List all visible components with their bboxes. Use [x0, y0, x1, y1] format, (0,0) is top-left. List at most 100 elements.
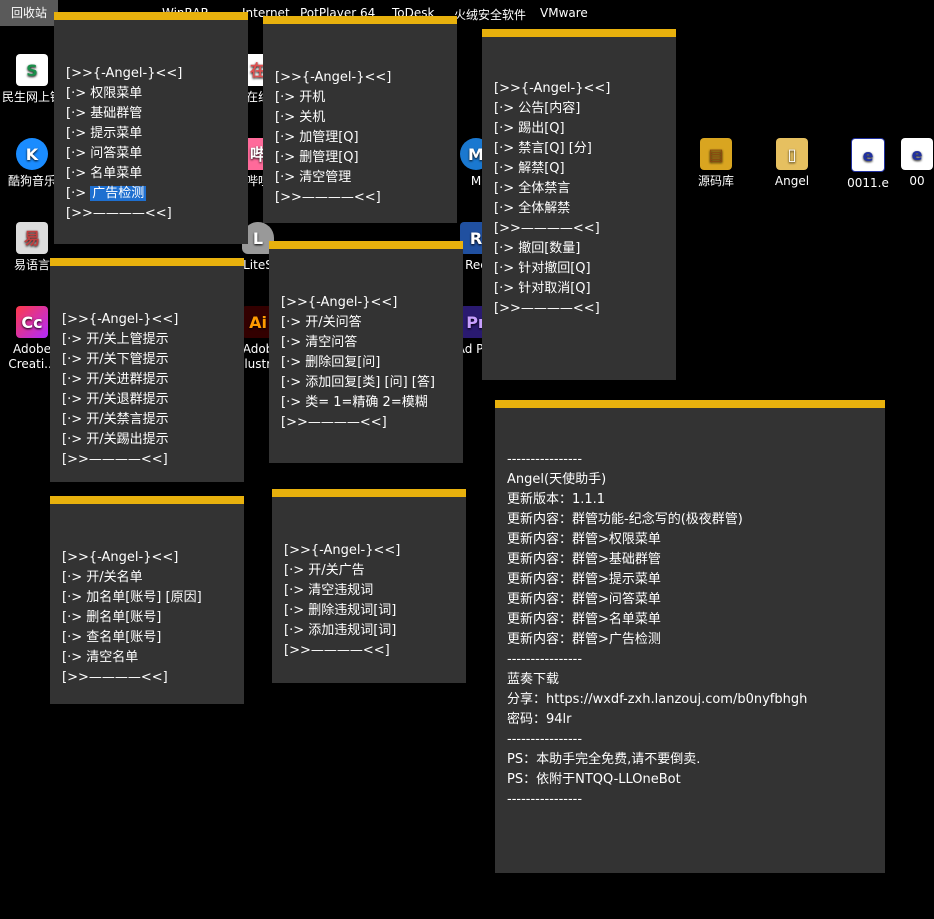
- menu-line: [·> 开/关名单: [62, 570, 143, 585]
- info-line: ----------------: [507, 732, 583, 747]
- e-file-icon-2: e: [901, 138, 933, 170]
- info-line: ----------------: [507, 792, 583, 807]
- menu-line: [·> 关机: [275, 110, 326, 125]
- desktop-icon-source-lib[interactable]: ▤ 源码库: [680, 138, 752, 189]
- menu-line: [>>{-Angel-}<<]: [281, 295, 398, 310]
- menu-line: [·> 开/关下管提示: [62, 352, 169, 367]
- info-line: 更新内容：群管>提示菜单: [507, 572, 661, 587]
- menu-line: [·> 全体解禁: [494, 201, 571, 216]
- menu-line: [>>{-Angel-}<<]: [66, 66, 183, 81]
- info-line: 更新内容：群管>基础群管: [507, 552, 661, 567]
- menu-line: [>>————<<]: [275, 190, 381, 205]
- menu-line: [·> 开机: [275, 90, 326, 105]
- menu-line: [·> 清空名单: [62, 650, 139, 665]
- menu-line: [>>{-Angel-}<<]: [275, 70, 392, 85]
- menu-line: [·> 全体禁言: [494, 181, 571, 196]
- menu-line-prefix: [·>: [66, 186, 91, 201]
- info-line: 更新内容：群管>权限菜单: [507, 532, 661, 547]
- info-line: ----------------: [507, 452, 583, 467]
- menu-line: [·> 开/关问答: [281, 315, 362, 330]
- bank-icon: S: [16, 54, 48, 86]
- menu-line: [·> 针对撤回[Q]: [494, 261, 591, 276]
- menu-line: [·> 开/关踢出提示: [62, 432, 169, 447]
- menu-line: [·> 开/关广告: [284, 563, 365, 578]
- menu-line: [>>{-Angel-}<<]: [62, 312, 179, 327]
- panel-ad-detection: [>>{-Angel-}<<] [·> 开/关广告 [·> 清空违规词 [·> …: [272, 489, 466, 683]
- menu-line: [·> 撤回[数量]: [494, 241, 581, 256]
- folder-icon: ▯: [776, 138, 808, 170]
- panel-basic-management: [>>{-Angel-}<<] [·> 开机 [·> 关机 [·> 加管理[Q]…: [263, 16, 457, 223]
- menu-line: [·> 加名单[账号] [原因]: [62, 590, 202, 605]
- menu-line: [·> 查名单[账号]: [62, 630, 162, 645]
- info-line: 密码：94lr: [507, 712, 572, 727]
- menu-line: [·> 删除回复[问]: [281, 355, 381, 370]
- info-line: ----------------: [507, 652, 583, 667]
- menu-line: [>>————<<]: [284, 643, 390, 658]
- menu-line: [·> 公告[内容]: [494, 101, 581, 116]
- panel-list-menu: [>>{-Angel-}<<] [·> 开/关名单 [·> 加名单[账号] [原…: [50, 496, 244, 704]
- panel-permissions-menu: [>>{-Angel-}<<] [·> 权限菜单 [·> 基础群管 [·> 提示…: [54, 12, 248, 244]
- panel-info: ---------------- Angel(天使助手) 更新版本：1.1.1 …: [495, 400, 885, 873]
- menu-line: [>>{-Angel-}<<]: [494, 81, 611, 96]
- menu-line: [·> 清空问答: [281, 335, 358, 350]
- desktop-icon-0011e[interactable]: e 0011.e: [832, 138, 904, 191]
- info-line: PS：依附于NTQQ-LLOneBot: [507, 772, 681, 787]
- menu-line: [·> 删管理[Q]: [275, 150, 359, 165]
- menu-line: [>>{-Angel-}<<]: [284, 543, 401, 558]
- info-line: 更新内容：群管>名单菜单: [507, 612, 661, 627]
- desktop-icon-00[interactable]: e 00: [900, 138, 934, 189]
- info-line: 更新版本：1.1.1: [507, 492, 606, 507]
- info-line: 更新内容：群管功能-纪念写的(极夜群管): [507, 512, 743, 527]
- menu-line-ad-detect: [·> 广告检测: [66, 184, 236, 204]
- desktop-icon-angel-folder[interactable]: ▯ Angel: [756, 138, 828, 189]
- info-share-link[interactable]: 分享：https://wxdf-zxh.lanzouj.com/b0nyfbhg…: [507, 690, 873, 710]
- desktop-icon-label: 0011.e: [847, 176, 889, 190]
- adobe-cc-icon: Cc: [16, 306, 48, 338]
- menu-line: [·> 添加违规词[词]: [284, 623, 397, 638]
- panel-tips-menu: [>>{-Angel-}<<] [·> 开/关上管提示 [·> 开/关下管提示 …: [50, 258, 244, 482]
- menu-line: [>>————<<]: [62, 670, 168, 685]
- menu-line: [·> 踢出[Q]: [494, 121, 565, 136]
- menu-line: [>>————<<]: [281, 415, 387, 430]
- panel-qa-menu: [>>{-Angel-}<<] [·> 开/关问答 [·> 清空问答 [·> 删…: [269, 241, 463, 463]
- panel-group-commands: [>>{-Angel-}<<] [·> 公告[内容] [·> 踢出[Q] [·>…: [482, 29, 676, 380]
- info-line: Angel(天使助手): [507, 472, 607, 487]
- info-line: 更新内容：群管>问答菜单: [507, 592, 661, 607]
- menu-line: [·> 提示菜单: [66, 126, 143, 141]
- desktop-icon-label: 源码库: [697, 174, 734, 188]
- menu-line: [·> 删除违规词[词]: [284, 603, 397, 618]
- menu-line: [·> 禁言[Q] [分]: [494, 141, 592, 156]
- info-line: PS：本助手完全免费,请不要倒卖.: [507, 752, 701, 767]
- menu-line: [·> 开/关禁言提示: [62, 412, 169, 427]
- menu-line: [·> 问答菜单: [66, 146, 143, 161]
- menu-line: [>>————<<]: [494, 221, 600, 236]
- info-line: 蓝奏下载: [507, 672, 560, 687]
- kugou-icon: K: [16, 138, 48, 170]
- recycle-bin-label[interactable]: 回收站: [0, 0, 58, 26]
- selected-text[interactable]: 广告检测: [90, 186, 147, 201]
- desktop-label-huorong[interactable]: 火绒安全软件: [454, 6, 526, 23]
- menu-line: [·> 名单菜单: [66, 166, 143, 181]
- menu-line: [·> 清空违规词: [284, 583, 374, 598]
- menu-line: [>>————<<]: [66, 206, 172, 221]
- menu-line: [>>{-Angel-}<<]: [62, 550, 179, 565]
- folder-zip-icon: ▤: [700, 138, 732, 170]
- desktop-icon-label: 00: [909, 174, 925, 188]
- desktop-icon-label: Angel: [774, 174, 810, 188]
- desktop-label-vmware[interactable]: VMware: [540, 6, 588, 20]
- menu-line: [·> 类= 1=精确 2=模糊: [281, 395, 428, 410]
- e-file-icon: e: [851, 138, 885, 172]
- menu-line: [·> 解禁[Q]: [494, 161, 565, 176]
- menu-line: [>>————<<]: [494, 301, 600, 316]
- menu-line: [·> 基础群管: [66, 106, 143, 121]
- menu-line: [·> 清空管理: [275, 170, 352, 185]
- menu-line: [·> 加管理[Q]: [275, 130, 359, 145]
- menu-line: [·> 针对取消[Q]: [494, 281, 591, 296]
- menu-line: [>>————<<]: [62, 452, 168, 467]
- info-line: 更新内容：群管>广告检测: [507, 632, 661, 647]
- menu-line: [·> 删名单[账号]: [62, 610, 162, 625]
- menu-line: [·> 开/关进群提示: [62, 372, 169, 387]
- menu-line: [·> 开/关上管提示: [62, 332, 169, 347]
- menu-line: [·> 添加回复[类] [问] [答]: [281, 375, 435, 390]
- menu-line: [·> 开/关退群提示: [62, 392, 169, 407]
